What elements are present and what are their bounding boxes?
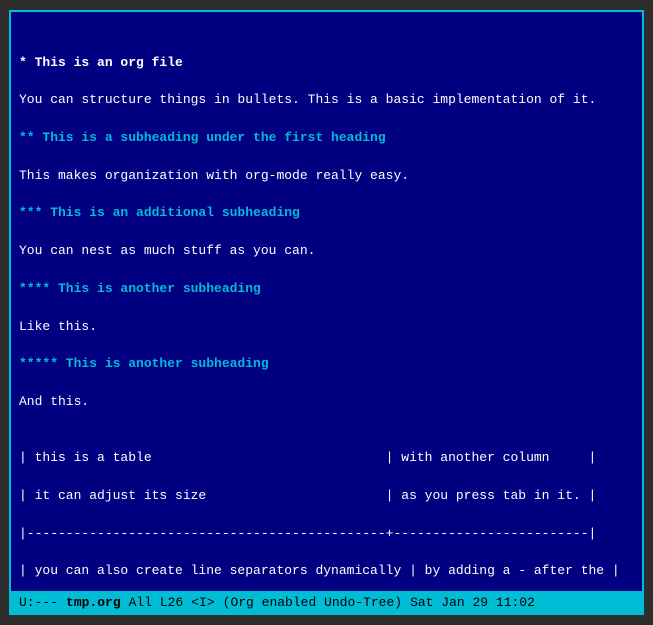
- editor-line: And this.: [19, 393, 634, 412]
- editor-line: * This is an org file: [19, 54, 634, 73]
- editor-line: Like this.: [19, 318, 634, 337]
- editor-line: You can nest as much stuff as you can.: [19, 242, 634, 261]
- editor-content[interactable]: * This is an org file You can structure …: [11, 12, 642, 591]
- editor-line: *** This is an additional subheading: [19, 204, 634, 223]
- editor-line: You can structure things in bullets. Thi…: [19, 91, 634, 110]
- status-minor-modes: (Org enabled Undo-Tree): [223, 595, 402, 610]
- status-bar: U:--- tmp.org All L26 <I> (Org enabled U…: [11, 591, 642, 613]
- editor-line: This makes organization with org-mode re…: [19, 167, 634, 186]
- editor-window: * This is an org file You can structure …: [9, 10, 644, 615]
- editor-line: ** This is a subheading under the first …: [19, 129, 634, 148]
- editor-line: | this is a table | with another column …: [19, 449, 634, 468]
- editor-line: ***** This is another subheading: [19, 355, 634, 374]
- status-filename: tmp.org: [66, 595, 121, 610]
- editor-line: |---------------------------------------…: [19, 525, 634, 544]
- status-position: All L26: [129, 595, 184, 610]
- editor-line: | it can adjust its size | as you press …: [19, 487, 634, 506]
- status-mode: U:---: [19, 595, 58, 610]
- status-input-method: <I>: [191, 595, 214, 610]
- editor-line: **** This is another subheading: [19, 280, 634, 299]
- editor-line: | you can also create line separators dy…: [19, 562, 634, 581]
- status-datetime: Sat Jan 29 11:02: [410, 595, 535, 610]
